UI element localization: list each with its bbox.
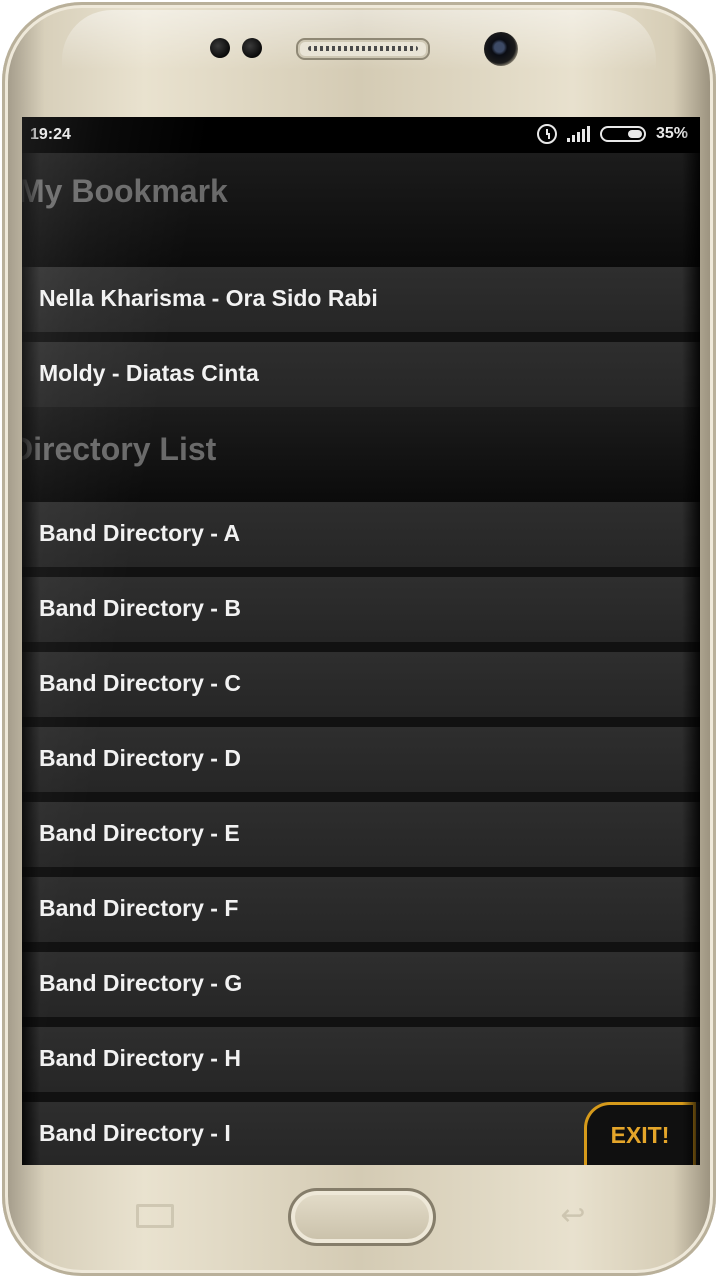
directory-item-label: Band Directory - I (39, 1120, 231, 1146)
alarm-icon (536, 124, 557, 144)
battery-icon (599, 126, 646, 142)
directory-item-label: Band Directory - A (39, 520, 241, 546)
recent-apps-button[interactable] (136, 1204, 174, 1228)
directory-item-c[interactable]: Band Directory - C (22, 652, 700, 727)
directory-item-a[interactable]: Band Directory - A (22, 502, 700, 577)
earpiece-speaker (296, 38, 430, 60)
directory-item-f[interactable]: Band Directory - F (22, 877, 700, 952)
directory-item-d[interactable]: Band Directory - D (22, 727, 700, 802)
directory-item-g[interactable]: Band Directory - G (22, 952, 700, 1027)
battery-percent: 35% (655, 125, 688, 142)
directory-title: Directory List (22, 431, 217, 467)
section-header-bookmark: My Bookmark (22, 153, 700, 267)
exit-button[interactable]: EXIT! (584, 1102, 696, 1165)
home-button[interactable] (288, 1188, 436, 1246)
signal-icon (566, 126, 590, 142)
section-header-directory: Directory List (22, 407, 700, 502)
directory-item-label: Band Directory - F (39, 895, 239, 921)
sensor-dot-icon (242, 38, 262, 58)
sensor-dot-icon (210, 38, 230, 58)
directory-item-label: Band Directory - G (39, 970, 243, 996)
status-bar: 19:24 35% (22, 117, 700, 153)
bookmark-item-label: Nella Kharisma - Ora Sido Rabi (39, 285, 378, 311)
directory-item-e[interactable]: Band Directory - E (22, 802, 700, 877)
bookmark-item[interactable]: Nella Kharisma - Ora Sido Rabi (22, 267, 700, 342)
directory-item-label: Band Directory - H (39, 1045, 241, 1071)
bookmark-item-label: Moldy - Diatas Cinta (39, 360, 259, 386)
directory-item-label: Band Directory - C (39, 670, 241, 696)
screen: 19:24 35% My Bookmark Nella Kharisma - O… (22, 117, 700, 1165)
status-icons: 35% (536, 124, 688, 144)
directory-item-label: Band Directory - D (39, 745, 241, 771)
directory-item-b[interactable]: Band Directory - B (22, 577, 700, 652)
status-time: 19:24 (30, 126, 71, 143)
bookmark-item[interactable]: Moldy - Diatas Cinta (22, 342, 700, 407)
back-button[interactable]: ↩ (550, 1201, 596, 1231)
main-list: My Bookmark Nella Kharisma - Ora Sido Ra… (22, 153, 700, 1165)
directory-item-label: Band Directory - B (39, 595, 241, 621)
front-camera-icon (484, 32, 518, 66)
bookmark-title: My Bookmark (22, 173, 228, 209)
directory-item-h[interactable]: Band Directory - H (22, 1027, 700, 1102)
directory-item-label: Band Directory - E (39, 820, 240, 846)
